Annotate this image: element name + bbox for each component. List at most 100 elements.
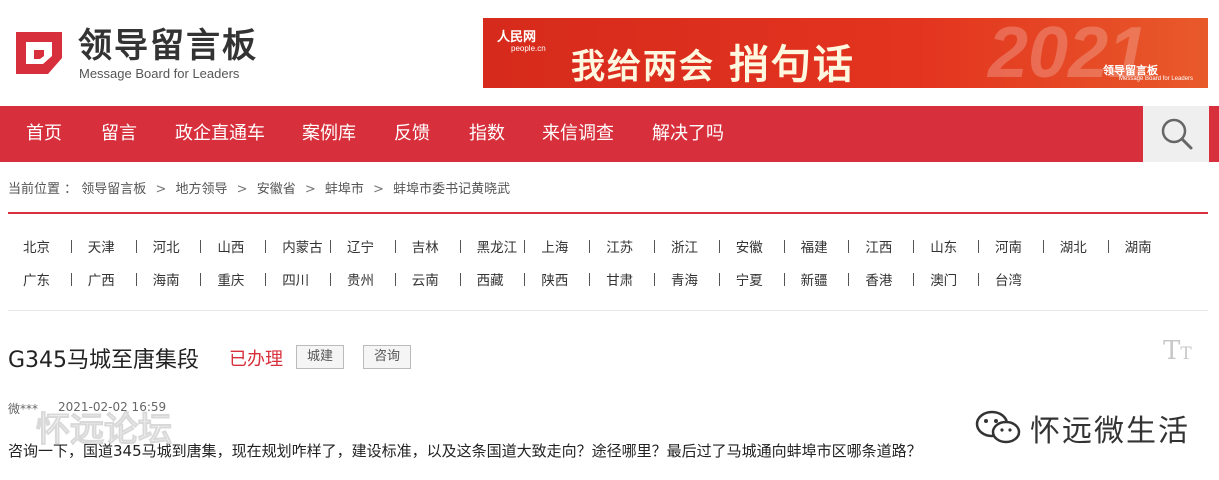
logo-mark-icon: [16, 32, 62, 74]
watermark-right-text: 怀远微生活: [1030, 414, 1190, 449]
nav-message[interactable]: 留言: [101, 106, 137, 162]
breadcrumb-item[interactable]: 地方领导: [175, 182, 227, 197]
region-link[interactable]: 广西: [88, 269, 115, 289]
region-link[interactable]: 香港: [865, 269, 892, 289]
region-link[interactable]: 澳门: [930, 269, 957, 289]
banner-headline: 我给两会 捎句话: [571, 32, 855, 88]
breadcrumb-item[interactable]: 蚌埠市: [325, 182, 364, 197]
nav-resolved[interactable]: 解决了吗: [652, 106, 724, 162]
region-separator: [135, 240, 137, 253]
region-link[interactable]: 重庆: [217, 269, 244, 289]
breadcrumb-item[interactable]: 领导留言板: [81, 182, 146, 197]
nav-home[interactable]: 首页: [26, 106, 62, 162]
region-link[interactable]: 北京: [23, 236, 50, 256]
nav-survey[interactable]: 来信调查: [542, 106, 614, 162]
region-separator: [978, 240, 979, 253]
breadcrumb-prefix: 当前位置 ：: [8, 182, 78, 197]
region-link[interactable]: 吉林: [412, 236, 439, 256]
two-sessions-banner[interactable]: 2021 人民网 people.cn 我给两会 捎句话 领导留言板 Messag…: [483, 18, 1208, 88]
font-size-toggle[interactable]: TT: [1163, 336, 1192, 366]
logo-title: 领导留言板: [78, 26, 258, 66]
region-link[interactable]: 黑龙江: [477, 236, 518, 256]
site-logo[interactable]: 领导留言板 Message Board for Leaders: [12, 22, 272, 82]
region-link[interactable]: 河北: [153, 236, 180, 256]
region-link[interactable]: 山东: [930, 236, 957, 256]
region-link[interactable]: 辽宁: [347, 236, 374, 256]
search-icon: [1161, 118, 1193, 150]
font-size-icon: T: [1163, 336, 1181, 366]
region-separator: [654, 273, 655, 286]
tag-inquiry[interactable]: 咨询: [363, 345, 412, 369]
region-separator: [1042, 240, 1044, 253]
nav-feedback[interactable]: 反馈: [394, 106, 430, 162]
region-separator: [848, 273, 850, 286]
region-separator: [524, 240, 526, 253]
region-link[interactable]: 内蒙古: [282, 236, 323, 256]
nav-index[interactable]: 指数: [469, 106, 505, 162]
region-link[interactable]: 湖北: [1060, 236, 1087, 256]
region-link[interactable]: 贵州: [347, 269, 374, 289]
region-separator: [394, 240, 396, 253]
wechat-icon: [975, 410, 1021, 444]
region-link[interactable]: 宁夏: [736, 269, 763, 289]
region-separator: [265, 273, 267, 286]
banner-site-domain: people.cn: [511, 44, 546, 53]
main-nav: 首页 留言 政企直通车 案例库 反馈 指数 来信调查 解决了吗: [0, 106, 1219, 162]
region-separator: [654, 240, 655, 253]
breadcrumb: 当前位置 ： 领导留言板 > 地方领导 > 安徽省 > 蚌埠市 > 蚌埠市委书记…: [8, 178, 510, 197]
region-link[interactable]: 安徽: [736, 236, 763, 256]
region-link[interactable]: 甘肃: [606, 269, 633, 289]
region-separator: [330, 240, 331, 253]
region-link[interactable]: 广东: [23, 269, 50, 289]
region-link[interactable]: 山西: [217, 236, 244, 256]
region-link[interactable]: 云南: [412, 269, 439, 289]
region-link[interactable]: 上海: [541, 236, 568, 256]
banner-headline-part2: 捎句话: [728, 42, 855, 88]
region-link[interactable]: 海南: [153, 269, 180, 289]
region-link[interactable]: 江西: [865, 236, 892, 256]
region-separator: [783, 240, 785, 253]
region-separator: [783, 273, 785, 286]
region-link[interactable]: 浙江: [671, 236, 698, 256]
region-separator: [135, 273, 137, 286]
region-link[interactable]: 河南: [995, 236, 1022, 256]
region-link[interactable]: 西藏: [477, 269, 504, 289]
region-separator: [200, 273, 202, 286]
message-title: G345马城至唐集段: [8, 348, 200, 373]
region-divider: [8, 310, 1208, 311]
banner-brand-sub: Message Board for Leaders: [1119, 76, 1194, 82]
region-separator: [200, 240, 202, 253]
site-header: 领导留言板 Message Board for Leaders 2021 人民网…: [0, 0, 1219, 106]
region-link[interactable]: 湖南: [1125, 236, 1152, 256]
breadcrumb-current[interactable]: 蚌埠市委书记黄晓武: [393, 182, 510, 197]
region-separator: [848, 240, 850, 253]
message-author: 微***: [8, 402, 39, 416]
banner-site-name: 人民网: [497, 30, 537, 45]
region-link[interactable]: 天津: [88, 236, 115, 256]
region-link[interactable]: 福建: [801, 236, 828, 256]
font-size-icon-small: T: [1180, 344, 1192, 364]
region-link[interactable]: 台湾: [995, 269, 1022, 289]
region-separator: [330, 273, 331, 286]
region-link[interactable]: 陕西: [541, 269, 568, 289]
breadcrumb-item[interactable]: 安徽省: [257, 182, 296, 197]
region-link[interactable]: 江苏: [606, 236, 633, 256]
region-separator: [459, 273, 461, 286]
nav-case-library[interactable]: 案例库: [302, 106, 356, 162]
region-separator: [913, 273, 915, 286]
region-separator: [589, 273, 591, 286]
region-separator: [589, 240, 591, 253]
region-selector: 北京 天津 河北 山西 内蒙古 辽宁 吉林 黑龙江 上海 江苏 浙江 安徽 福建 江西 山东 河南 湖北 湖南广东…: [8, 232, 1208, 302]
region-link[interactable]: 青海: [671, 269, 698, 289]
tag-urban-construction[interactable]: 城建: [296, 345, 345, 369]
watermark-left: 怀远论坛: [36, 410, 173, 451]
breadcrumb-separator: >: [304, 182, 316, 197]
region-link[interactable]: 新疆: [801, 269, 828, 289]
region-link[interactable]: 四川: [282, 269, 309, 289]
region-separator: [978, 273, 979, 286]
nav-direct-line[interactable]: 政企直通车: [175, 106, 265, 162]
banner-headline-part1: 我给两会: [571, 47, 715, 87]
breadcrumb-separator: >: [155, 182, 167, 197]
region-separator: [459, 240, 461, 253]
search-button[interactable]: [1143, 106, 1209, 162]
